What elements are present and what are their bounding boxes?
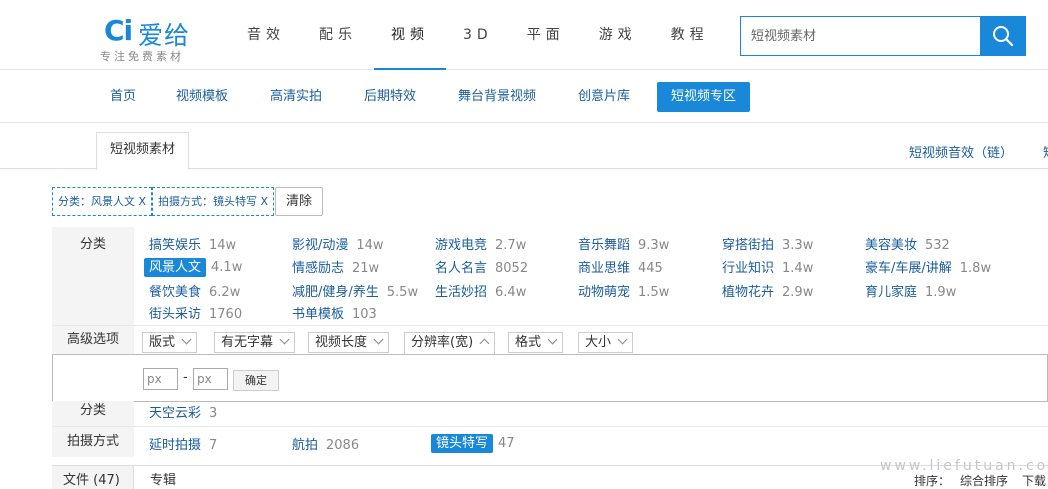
selected-filter-label: 分类：风景人文 <box>58 195 135 208</box>
tab-short-video-sfx[interactable]: 短视频音效（链） <box>909 142 1013 161</box>
search-icon <box>992 26 1013 47</box>
tab-albums[interactable]: 专辑 <box>150 466 176 489</box>
subcategory-label: 分类 <box>52 401 134 426</box>
resolution-min-input[interactable] <box>143 368 178 390</box>
top-nav-item-tutorial[interactable]: 教程 <box>654 0 726 70</box>
sub-nav-home[interactable]: 首页 <box>96 82 150 112</box>
content-tabs: 短视频素材 短视频音效（链） 短 <box>0 123 1048 170</box>
subcategory-option[interactable]: 天空云彩 3 <box>149 402 217 421</box>
header: Ci 爱给 专注免费素材 音效 配乐 视频 3D 平面 游戏 教程 <box>0 0 1048 70</box>
clear-filters-button[interactable]: 清除 <box>275 187 323 216</box>
sub-nav: 首页 视频模板 高清实拍 后期特效 舞台背景视频 创意片库 短视频专区 <box>0 70 1048 123</box>
category-option[interactable]: 名人名言 8052 <box>435 257 528 276</box>
category-option[interactable]: 动物萌宠 1.5w <box>578 281 669 300</box>
sub-nav-stage-backgrounds[interactable]: 舞台背景视频 <box>444 82 550 112</box>
search-box <box>740 16 1026 56</box>
remove-filter-icon[interactable]: X <box>139 195 147 208</box>
resolution-max-input[interactable] <box>193 368 228 390</box>
tab-short-video-material[interactable]: 短视频素材 <box>96 132 189 170</box>
selected-filter-category[interactable]: 分类：风景人文 X <box>52 187 153 216</box>
top-nav-item-music[interactable]: 配乐 <box>302 0 374 70</box>
resolution-width-dropdown[interactable]: 分辨率(宽) <box>404 332 496 355</box>
chevron-down-icon <box>617 334 628 345</box>
category-option[interactable]: 影视/动漫 14w <box>292 234 384 253</box>
watermark: www.liefutuan.com <box>880 458 1048 474</box>
chevron-down-icon <box>181 334 192 345</box>
sub-nav-creative-library[interactable]: 创意片库 <box>564 82 644 112</box>
category-option[interactable]: 植物花卉 2.9w <box>722 281 813 300</box>
shooting-option[interactable]: 延时拍摄 7 <box>149 434 217 453</box>
category-option[interactable]: 行业知识 1.4w <box>722 257 813 276</box>
category-option[interactable]: 音乐舞蹈 9.3w <box>578 234 669 253</box>
category-option[interactable]: 豪车/车展/讲解 1.8w <box>865 257 991 276</box>
logo-mark: Ci <box>104 14 133 47</box>
search-button[interactable] <box>980 17 1025 55</box>
top-nav-item-video[interactable]: 视频 <box>374 0 446 70</box>
confirm-button[interactable]: 确定 <box>233 370 279 391</box>
search-input[interactable] <box>741 17 980 55</box>
top-nav-item-graphic[interactable]: 平面 <box>510 0 582 70</box>
shooting-option-selected[interactable]: 镜头特写 47 <box>431 432 515 453</box>
top-nav-item-audio[interactable]: 音效 <box>230 0 302 70</box>
sub-nav-post-effects[interactable]: 后期特效 <box>350 82 430 112</box>
category-option[interactable]: 育儿家庭 1.9w <box>865 281 956 300</box>
row-divider <box>52 325 1048 326</box>
logo-text: 爱给 <box>138 21 191 50</box>
category-option[interactable]: 搞笑娱乐 14w <box>149 234 236 253</box>
category-option[interactable]: 游戏电竞 2.7w <box>435 234 526 253</box>
resolution-panel: - 确定 <box>52 354 1048 402</box>
selected-filter-shooting[interactable]: 拍摄方式：镜头特写 X <box>152 187 275 216</box>
category-option[interactable]: 餐饮美食 6.2w <box>149 281 240 300</box>
file-size-dropdown[interactable]: 大小 <box>578 332 634 353</box>
category-option[interactable]: 书单模板 103 <box>292 303 377 322</box>
category-option[interactable]: 美容美妆 532 <box>865 234 950 253</box>
range-separator: - <box>183 370 188 385</box>
sub-nav-hd-footage[interactable]: 高清实拍 <box>256 82 336 112</box>
tab-files[interactable]: 文件 (47) <box>52 466 134 489</box>
chevron-down-icon <box>279 334 290 345</box>
row-divider <box>52 426 1048 427</box>
site-logo[interactable]: Ci 爱给 专注免费素材 <box>100 12 210 63</box>
subtitle-dropdown[interactable]: 有无字幕 <box>214 332 296 353</box>
category-option[interactable]: 生活妙招 6.4w <box>435 281 526 300</box>
sub-nav-short-video[interactable]: 短视频专区 <box>657 82 751 112</box>
file-format-dropdown[interactable]: 格式 <box>508 332 564 353</box>
shooting-method-label: 拍摄方式 <box>52 427 134 457</box>
top-nav: 音效 配乐 视频 3D 平面 游戏 教程 <box>230 0 726 70</box>
top-nav-item-game[interactable]: 游戏 <box>582 0 654 70</box>
chevron-down-icon <box>373 334 384 345</box>
shooting-option[interactable]: 航拍 2086 <box>292 434 359 453</box>
chevron-up-icon <box>479 338 490 349</box>
advanced-options-label: 高级选项 <box>52 326 134 354</box>
category-option[interactable]: 情感励志 21w <box>292 257 379 276</box>
format-layout-dropdown[interactable]: 版式 <box>142 332 198 353</box>
category-label: 分类 <box>52 227 134 325</box>
category-option-selected[interactable]: 风景人文 4.1w <box>144 256 242 277</box>
selected-filter-label: 拍摄方式：镜头特写 <box>158 195 257 208</box>
category-option[interactable]: 减肥/健身/养生 5.5w <box>292 281 418 300</box>
category-option[interactable]: 穿搭街拍 3.3w <box>722 234 813 253</box>
chevron-down-icon <box>547 334 558 345</box>
logo-slogan: 专注免费素材 <box>100 50 184 63</box>
sub-nav-video-templates[interactable]: 视频模板 <box>162 82 242 112</box>
top-nav-item-3d[interactable]: 3D <box>446 0 510 70</box>
category-option[interactable]: 商业思维 445 <box>578 257 663 276</box>
tab-truncated[interactable]: 短 <box>1043 142 1048 161</box>
category-option[interactable]: 街头采访 1760 <box>149 303 242 322</box>
video-length-dropdown[interactable]: 视频长度 <box>308 332 390 353</box>
remove-filter-icon[interactable]: X <box>261 195 269 208</box>
